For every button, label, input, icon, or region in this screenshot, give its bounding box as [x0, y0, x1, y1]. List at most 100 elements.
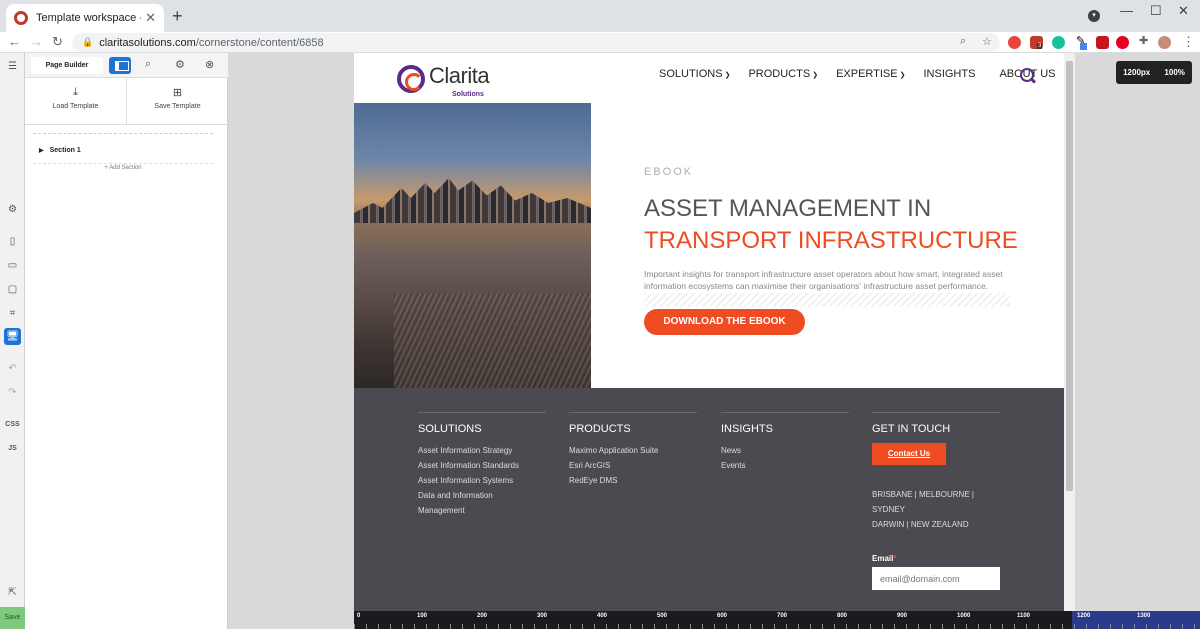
tab-search-icon[interactable]: ▾	[1088, 10, 1100, 22]
undo-icon[interactable]: ↶	[4, 360, 21, 377]
mobile-view-icon[interactable]: ▯	[4, 233, 21, 250]
section-1-item[interactable]: ▶ Section 1	[39, 147, 81, 154]
scrollbar-thumb[interactable]	[1066, 61, 1073, 491]
site-footer: SOLUTIONS Asset Information Strategy Ass…	[354, 388, 1064, 611]
mobile-landscape-view-icon[interactable]: ▭	[4, 257, 21, 274]
address-bar[interactable]: 🔒 claritasolutions.com/cornerstone/conte…	[72, 33, 1000, 52]
ruler-mark: 900	[897, 613, 908, 619]
close-circle-icon[interactable]: ⊗	[205, 58, 214, 71]
bookmark-star-icon[interactable]: ☆	[982, 35, 992, 48]
nav-products[interactable]: PRODUCTS ❯	[748, 68, 818, 80]
menu-icon[interactable]: ☰	[4, 58, 21, 75]
ruler-mark: 100	[417, 613, 428, 619]
footer-products-column: PRODUCTS Maximo Application Suite Esri A…	[569, 412, 697, 488]
redo-icon[interactable]: ↷	[4, 384, 21, 401]
width-ruler: 0 100 200 300 400 500 600 700 800 900 10…	[354, 611, 1200, 629]
layout-toggle-button[interactable]	[109, 57, 131, 74]
locations-line: BRISBANE | MELBOURNE |	[872, 490, 974, 499]
back-icon[interactable]: ←	[8, 34, 21, 49]
load-template-button[interactable]: ⤓ Load Template	[25, 78, 126, 124]
nav-expertise[interactable]: EXPERTISE ❯	[836, 68, 905, 80]
blocks-settings-icon[interactable]: ⚙	[4, 201, 21, 218]
gear-icon[interactable]: ⚙	[175, 58, 185, 71]
panel-toolbar: Page Builder ⌕ ⚙ ⊗	[25, 53, 228, 78]
clarita-logo[interactable]: Clarita Solutions	[397, 63, 517, 99]
download-ebook-button[interactable]: DOWNLOAD THE EBOOK	[644, 309, 805, 335]
footer-link[interactable]: Esri ArcGIS	[569, 458, 697, 473]
extension-badge-count: 3	[1037, 43, 1043, 49]
locations-line: SYDNEY	[872, 505, 905, 514]
js-button[interactable]: JS	[0, 445, 25, 452]
footer-link[interactable]: Events	[721, 458, 849, 473]
nav-insights[interactable]: INSIGHTS	[923, 68, 975, 80]
extension-color-icon[interactable]	[1008, 36, 1021, 49]
ruler-mark: 500	[657, 613, 668, 619]
ruler-mark: 400	[597, 613, 608, 619]
email-field[interactable]	[872, 567, 1000, 590]
footer-link[interactable]: Asset Information Standards	[418, 458, 546, 473]
site-search-icon[interactable]	[1020, 68, 1036, 84]
add-section-button[interactable]: + Add Section	[33, 163, 213, 171]
ruler-mark: 1000	[957, 613, 971, 619]
pdf-icon[interactable]	[1096, 36, 1109, 49]
crop-icon[interactable]: ⌗	[4, 305, 21, 322]
footer-insights-title: INSIGHTS	[721, 423, 773, 435]
maximize-icon[interactable]: ☐	[1150, 3, 1162, 19]
page-builder-panel: Page Builder ⌕ ⚙ ⊗ ⤓ Load Template ⊞ Sav…	[25, 53, 228, 629]
extension-badge-icon[interactable]: 3	[1030, 36, 1043, 49]
hero-tag: EBOOK	[644, 166, 694, 178]
save-button[interactable]: Save	[0, 607, 25, 629]
footer-link[interactable]: Asset Information Systems	[418, 473, 546, 488]
zoom-icon[interactable]: ⌕	[960, 35, 966, 48]
office-locations: BRISBANE | MELBOURNE | SYDNEY DARWIN | N…	[872, 487, 1000, 532]
css-button[interactable]: CSS	[0, 421, 25, 428]
close-window-icon[interactable]: ✕	[1178, 3, 1189, 19]
ruler-mark: 0	[357, 613, 361, 619]
grammarly-icon[interactable]	[1052, 36, 1065, 49]
profile-avatar[interactable]	[1158, 36, 1171, 49]
ruler-ticks	[354, 624, 1200, 629]
browser-tab[interactable]: Template workspace - Page Builder ✕	[6, 4, 164, 32]
close-tab-icon[interactable]: ✕	[145, 10, 156, 26]
load-template-label: Load Template	[52, 103, 99, 110]
new-tab-icon[interactable]: +	[172, 6, 183, 27]
chrome-menu-icon[interactable]: ⋮	[1182, 34, 1195, 50]
footer-link[interactable]: RedEye DMS	[569, 473, 697, 488]
extensions-puzzle-icon[interactable]: ✚	[1138, 35, 1151, 49]
tablet-view-icon[interactable]: ▢	[4, 281, 21, 298]
page-builder-tab[interactable]: Page Builder	[31, 57, 103, 74]
viewport-zoom: 100%	[1164, 68, 1185, 77]
ruler-mark: 300	[537, 613, 548, 619]
logo-mark-icon	[397, 65, 425, 93]
reload-icon[interactable]: ↻	[52, 34, 63, 50]
footer-insights-column: INSIGHTS News Events	[721, 412, 849, 473]
hero-title-line2: TRANSPORT INFRASTRUCTURE	[644, 227, 1018, 254]
rail-yard-graphic	[394, 293, 591, 388]
expand-caret-icon[interactable]: ▶	[39, 148, 44, 154]
forward-icon[interactable]: →	[30, 34, 43, 49]
nav-solutions[interactable]: SOLUTIONS ❯	[659, 68, 730, 80]
footer-link[interactable]: News	[721, 443, 849, 458]
footer-link[interactable]: Data and Information Management	[418, 488, 508, 518]
search-icon[interactable]: ⌕	[145, 58, 151, 71]
ruler-mark: 1200	[1077, 613, 1091, 619]
download-icon: ⤓	[73, 86, 78, 98]
pen-icon[interactable]: ✎	[1074, 35, 1087, 50]
logo-subtitle: Solutions	[452, 91, 484, 98]
section-tree	[33, 133, 213, 134]
contact-us-button[interactable]: Contact Us	[872, 443, 946, 465]
viewport-width: 1200px	[1123, 68, 1151, 77]
desktop-view-icon[interactable]: 🖥	[4, 328, 21, 345]
hero-hatch-decoration	[644, 293, 1010, 307]
minimize-icon[interactable]: —	[1120, 3, 1133, 18]
footer-link[interactable]: Maximo Application Suite	[569, 443, 697, 458]
footer-link[interactable]: Asset Information Strategy	[418, 443, 546, 458]
ruler-mark: 800	[837, 613, 848, 619]
save-template-button[interactable]: ⊞ Save Template	[127, 78, 228, 124]
pinterest-icon[interactable]	[1116, 36, 1129, 49]
lock-icon: 🔒	[82, 37, 94, 47]
external-link-icon[interactable]: ⇱	[4, 584, 21, 601]
footer-contact-column: GET IN TOUCH Contact Us BRISBANE | MELBO…	[872, 412, 1000, 590]
preview-scrollbar[interactable]	[1064, 53, 1075, 611]
chevron-down-icon: ❯	[899, 72, 906, 79]
